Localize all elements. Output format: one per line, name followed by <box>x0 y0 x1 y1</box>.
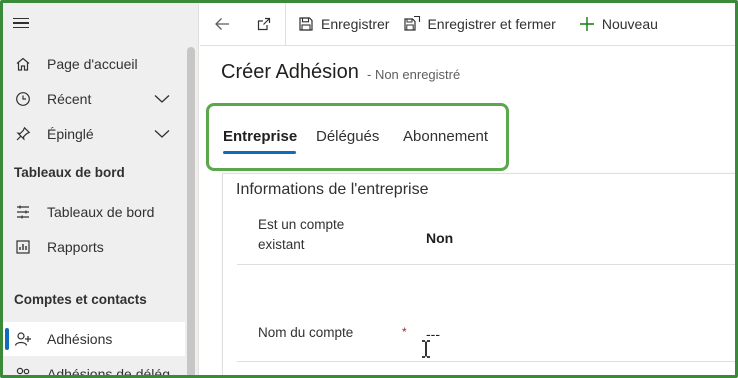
sidebar-item-label: Adhésions de délégués <box>47 366 185 378</box>
chevron-down-icon[interactable] <box>153 94 171 104</box>
section-title: Informations de l'entreprise <box>236 181 429 198</box>
plus-icon <box>578 15 596 33</box>
save-label: Enregistrer <box>321 16 390 32</box>
add-person-icon <box>14 330 32 348</box>
popout-icon <box>255 15 273 33</box>
sidebar-item-label: Récent <box>47 91 92 107</box>
text-cursor-icon <box>421 340 431 358</box>
sidebar-section-title: Tableaux de bord <box>14 165 125 180</box>
page-title: Créer Adhésion <box>221 61 359 83</box>
active-tab-indicator <box>223 151 296 154</box>
save-icon <box>297 15 315 33</box>
chevron-down-icon[interactable] <box>153 129 171 139</box>
required-asterisk: * <box>402 325 407 339</box>
back-button[interactable] <box>200 3 243 46</box>
sidebar-item-label: Rapports <box>47 239 104 255</box>
app-window: Page d'accueil Récent Épinglé Tableaux d… <box>0 0 738 378</box>
tab-abonnement[interactable]: Abonnement <box>403 128 488 145</box>
new-button[interactable]: Nouveau <box>568 3 658 46</box>
command-bar: Enregistrer Enregistrer et fermer Nouvea… <box>200 3 735 46</box>
field-divider <box>237 361 735 362</box>
field-label-account-name: Nom du compte <box>258 325 354 340</box>
save-close-icon <box>403 15 421 33</box>
existing-account-value[interactable]: Non <box>426 230 453 246</box>
save-button[interactable]: Enregistrer <box>286 3 403 46</box>
tab-delegues[interactable]: Délégués <box>316 128 379 145</box>
form-section-card <box>222 173 735 375</box>
sidebar-item-dashboards[interactable]: Tableaux de bord <box>3 195 185 229</box>
report-icon <box>14 238 32 256</box>
sidebar-item-label: Épinglé <box>47 126 94 142</box>
sidebar-item-pinned[interactable]: Épinglé <box>3 117 185 151</box>
people-icon <box>14 365 32 375</box>
sidebar-item-label: Page d'accueil <box>47 56 138 72</box>
home-icon <box>14 55 32 73</box>
open-in-new-window-button[interactable] <box>243 3 285 46</box>
save-status: - Non enregistré <box>367 67 461 82</box>
clock-icon <box>14 90 32 108</box>
sidebar-item-reports[interactable]: Rapports <box>3 230 185 264</box>
tab-entreprise[interactable]: Entreprise <box>223 128 297 145</box>
hamburger-menu-icon[interactable] <box>13 13 33 33</box>
sidebar-item-home[interactable]: Page d'accueil <box>3 47 185 81</box>
new-label: Nouveau <box>601 16 658 32</box>
sidebar-scrollbar[interactable] <box>187 47 195 375</box>
sidebar-item-delegate-memberships[interactable]: Adhésions de délégués <box>3 357 185 378</box>
field-label-line: existant <box>258 237 305 252</box>
sidebar-item-label: Adhésions <box>47 331 113 347</box>
sidebar-item-label: Tableaux de bord <box>47 204 155 220</box>
save-and-close-label: Enregistrer et fermer <box>427 16 556 32</box>
sidebar-item-memberships[interactable]: Adhésions <box>3 322 185 356</box>
arrow-left-icon <box>213 15 231 33</box>
field-label-line: Est un compte <box>258 217 345 232</box>
pin-icon <box>14 125 32 143</box>
sidebar-item-recent[interactable]: Récent <box>3 82 185 116</box>
sidebar: Page d'accueil Récent Épinglé Tableaux d… <box>3 3 199 378</box>
sidebar-section-title: Comptes et contacts <box>14 292 147 307</box>
field-label-existing-account: Est un compte existant <box>258 215 344 255</box>
save-and-close-button[interactable]: Enregistrer et fermer <box>403 3 567 46</box>
dashboard-icon <box>14 203 32 221</box>
field-divider <box>237 264 735 265</box>
